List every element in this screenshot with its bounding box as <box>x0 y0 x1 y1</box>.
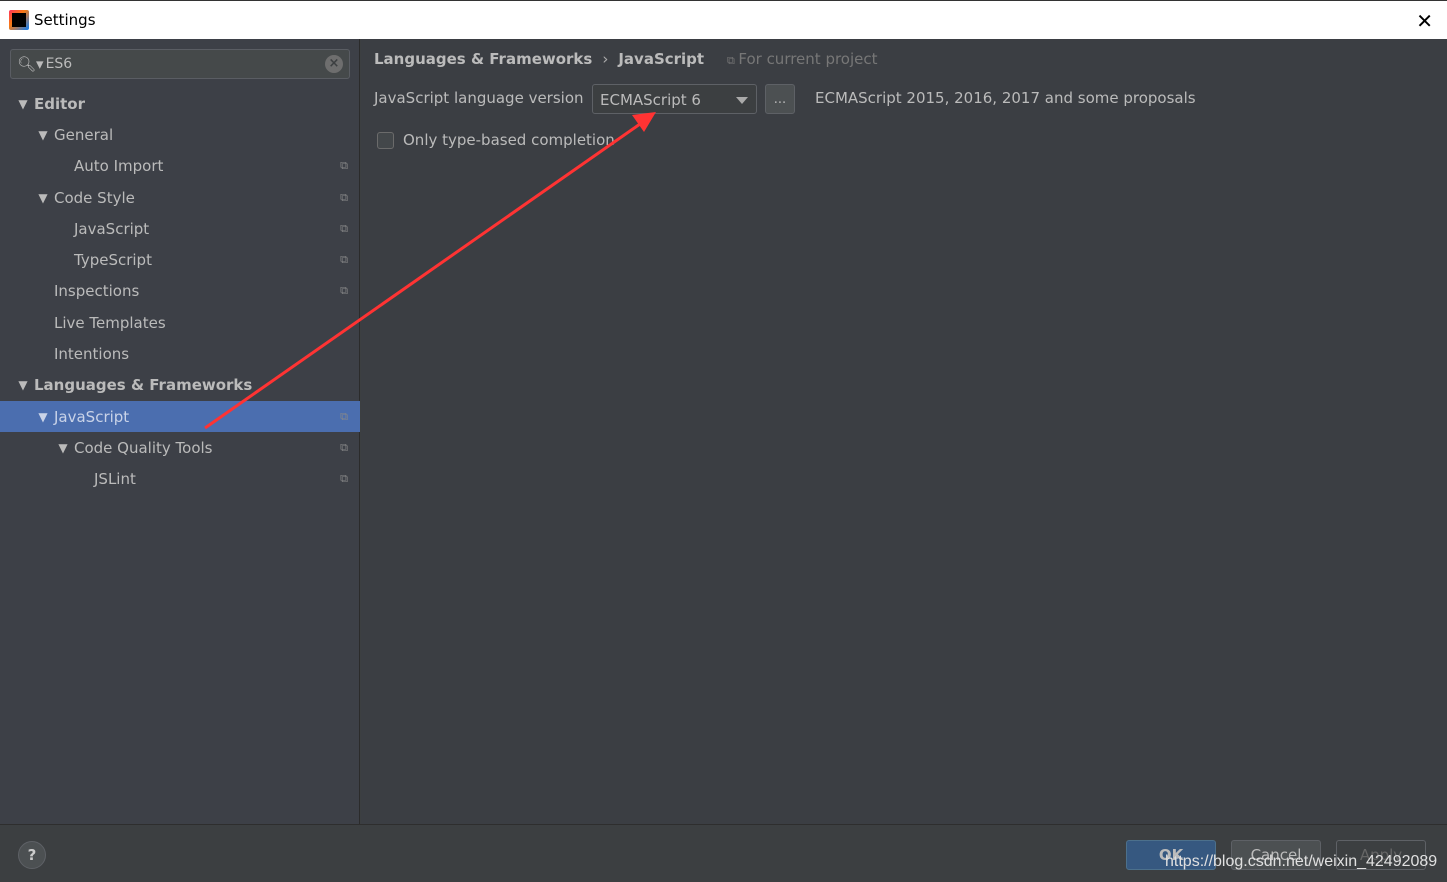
project-icon: ⧉ <box>727 54 739 67</box>
expand-arrow-icon[interactable]: ▼ <box>14 97 32 111</box>
help-button[interactable]: ? <box>18 841 46 869</box>
search-input[interactable] <box>45 56 316 72</box>
settings-content: Languages & Frameworks › JavaScript ⧉ For … <box>361 39 1447 824</box>
project-scope-icon: ⧉ <box>340 253 348 267</box>
type-based-completion-checkbox[interactable]: Only type-based completion <box>377 131 615 149</box>
search-icon[interactable]: 🔍︎▾ <box>17 55 44 73</box>
tree-item-label: TypeScript <box>74 251 152 270</box>
tree-item[interactable]: ▼ General <box>0 119 360 150</box>
clear-search-icon[interactable]: × <box>325 55 343 73</box>
more-button[interactable]: ... <box>765 84 795 114</box>
tree-item[interactable]: Live Templates <box>0 307 360 338</box>
tree-item[interactable]: Intentions <box>0 338 360 369</box>
project-scope-icon: ⧉ <box>340 159 348 173</box>
tree-item[interactable]: ▼ Languages & Frameworks <box>0 370 360 401</box>
intellij-logo-icon <box>9 10 29 30</box>
tree-item[interactable]: ▼ Editor <box>0 88 360 119</box>
expand-arrow-icon[interactable]: ▼ <box>14 378 32 392</box>
project-scope-icon: ⧉ <box>340 284 348 298</box>
tree-item-label: Intentions <box>54 345 130 364</box>
project-scope-icon: ⧉ <box>340 409 348 423</box>
tree-item[interactable]: JSLint ⧉ <box>0 464 360 495</box>
version-description: ECMAScript 2015, 2016, 2017 and some pro… <box>815 89 1196 107</box>
tree-item[interactable]: ▼ Code Quality Tools ⧉ <box>0 432 360 463</box>
tree-item-label: JavaScript <box>74 219 150 238</box>
breadcrumb: Languages & Frameworks › JavaScript <box>374 50 704 68</box>
breadcrumb-item: JavaScript <box>618 50 705 68</box>
expand-arrow-icon[interactable]: ▼ <box>34 410 52 424</box>
tree-item-label: General <box>54 125 114 144</box>
scope-label: ⧉ For current project <box>727 50 878 68</box>
tree-item[interactable]: Inspections ⧉ <box>0 276 360 307</box>
dropdown-value: ECMAScript 6 <box>600 91 701 109</box>
language-version-label: JavaScript language version <box>374 89 584 107</box>
breadcrumb-separator: › <box>602 50 609 68</box>
tree-item-label: JSLint <box>94 470 136 489</box>
project-scope-icon: ⧉ <box>340 221 348 235</box>
tree-item-label: Code Quality Tools <box>74 438 213 457</box>
project-scope-icon: ⧉ <box>340 472 348 486</box>
checkbox[interactable] <box>377 131 394 149</box>
settings-tree: ▼ Editor ▼ General Auto Import ⧉ ▼ Code Style ⧉ J… <box>0 88 360 495</box>
tree-item-label: Code Style <box>54 188 135 207</box>
tree-item-label: Live Templates <box>54 313 166 332</box>
breadcrumb-item: Languages & Frameworks <box>374 50 593 68</box>
tree-item[interactable]: ▼ JavaScript ⧉ <box>0 400 360 433</box>
project-scope-icon: ⧉ <box>340 440 348 454</box>
language-version-dropdown[interactable]: ECMAScript 6 <box>592 84 757 114</box>
tree-item[interactable]: TypeScript ⧉ <box>0 244 360 275</box>
project-scope-icon: ⧉ <box>340 190 348 204</box>
window-title: Settings <box>34 11 96 29</box>
close-icon[interactable]: ✕ <box>1416 9 1433 33</box>
tree-item[interactable]: JavaScript ⧉ <box>0 213 360 244</box>
expand-arrow-icon[interactable]: ▼ <box>54 441 72 455</box>
watermark: https://blog.csdn.net/weixin_42492089 <box>1165 853 1438 870</box>
checkbox-label: Only type-based completion <box>403 131 615 149</box>
scope-text: For current project <box>738 50 878 68</box>
tree-item-label: Auto Import <box>74 157 164 176</box>
settings-sidebar: 🔍︎▾ × ▼Editor▼GeneralAuto Import⧉▼Code S… <box>0 39 360 824</box>
tree-item-label: JavaScript <box>54 407 130 426</box>
dialog-footer: ? OK Cancel Apply https://blog.csdn.net/… <box>0 824 1447 882</box>
expand-arrow-icon[interactable]: ▼ <box>34 191 52 205</box>
tree-item-label: Languages & Frameworks <box>34 376 253 395</box>
tree-item[interactable]: Auto Import ⧉ <box>0 151 360 182</box>
expand-arrow-icon[interactable]: ▼ <box>34 128 52 142</box>
search-field[interactable]: 🔍︎▾ × <box>10 49 350 79</box>
tree-item[interactable]: ▼ Code Style ⧉ <box>0 182 360 213</box>
title-bar: Settings ✕ <box>0 0 1447 39</box>
tree-item-label: Editor <box>34 94 85 113</box>
tree-item-label: Inspections <box>54 282 140 301</box>
chevron-down-icon <box>736 97 748 104</box>
